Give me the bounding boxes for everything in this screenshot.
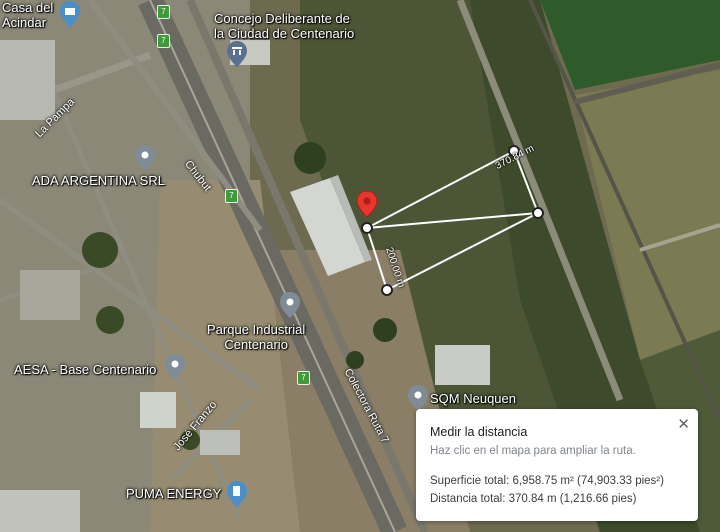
place-pin-icon[interactable] — [164, 353, 186, 381]
close-icon[interactable]: ✕ — [677, 415, 690, 433]
place-label-text: PUMA ENERGY — [126, 486, 222, 501]
place-pin-icon[interactable] — [134, 144, 156, 172]
place-label-text: ADA ARGENTINA SRL — [32, 173, 165, 188]
total-area: Superficie total: 6,958.75 m² (74,903.33… — [430, 475, 664, 487]
place-label-text: Casa del Acindar — [2, 0, 54, 30]
place-label-text: AESA - Base Centenario — [14, 362, 157, 377]
route-shield-icon: 7 — [225, 189, 238, 203]
panel-title: Medir la distancia — [430, 425, 528, 439]
place-pin-icon[interactable] — [407, 384, 429, 412]
measure-vertex[interactable] — [361, 222, 373, 234]
place-label-text: Parque Industrial Centenario — [207, 322, 306, 352]
place-label-concejo[interactable]: Concejo Deliberante de la Ciudad de Cent… — [214, 11, 354, 41]
place-label-puma[interactable]: PUMA ENERGY — [126, 486, 221, 501]
place-pin-icon[interactable] — [279, 291, 301, 319]
place-pin-icon[interactable] — [59, 0, 81, 28]
total-distance: Distancia total: 370.84 m (1,216.66 pies… — [430, 493, 637, 505]
route-shield-icon: 7 — [157, 34, 170, 48]
place-label-text: Concejo Deliberante de la Ciudad de Cent… — [214, 11, 355, 41]
place-label-text: SQM Neuquen — [430, 391, 516, 406]
measure-vertex[interactable] — [381, 284, 393, 296]
panel-hint: Haz clic en el mapa para ampliar la ruta… — [430, 445, 636, 457]
measure-distance-panel: Medir la distancia Haz clic en el mapa p… — [416, 409, 698, 521]
place-label-sqm[interactable]: SQM Neuquen — [430, 391, 516, 406]
measure-vertex[interactable] — [532, 207, 544, 219]
dropped-marker-icon[interactable] — [356, 190, 378, 218]
gas-station-pin-icon[interactable] — [226, 480, 248, 508]
place-label-aesa[interactable]: AESA - Base Centenario — [14, 362, 156, 377]
place-label-ada[interactable]: ADA ARGENTINA SRL — [32, 173, 165, 188]
place-pin-icon[interactable] — [226, 40, 248, 68]
place-label-casa-acindar[interactable]: Casa del Acindar — [2, 0, 53, 30]
route-shield-icon: 7 — [297, 371, 310, 385]
route-shield-icon: 7 — [157, 5, 170, 19]
place-label-parque[interactable]: Parque Industrial Centenario — [207, 322, 305, 352]
